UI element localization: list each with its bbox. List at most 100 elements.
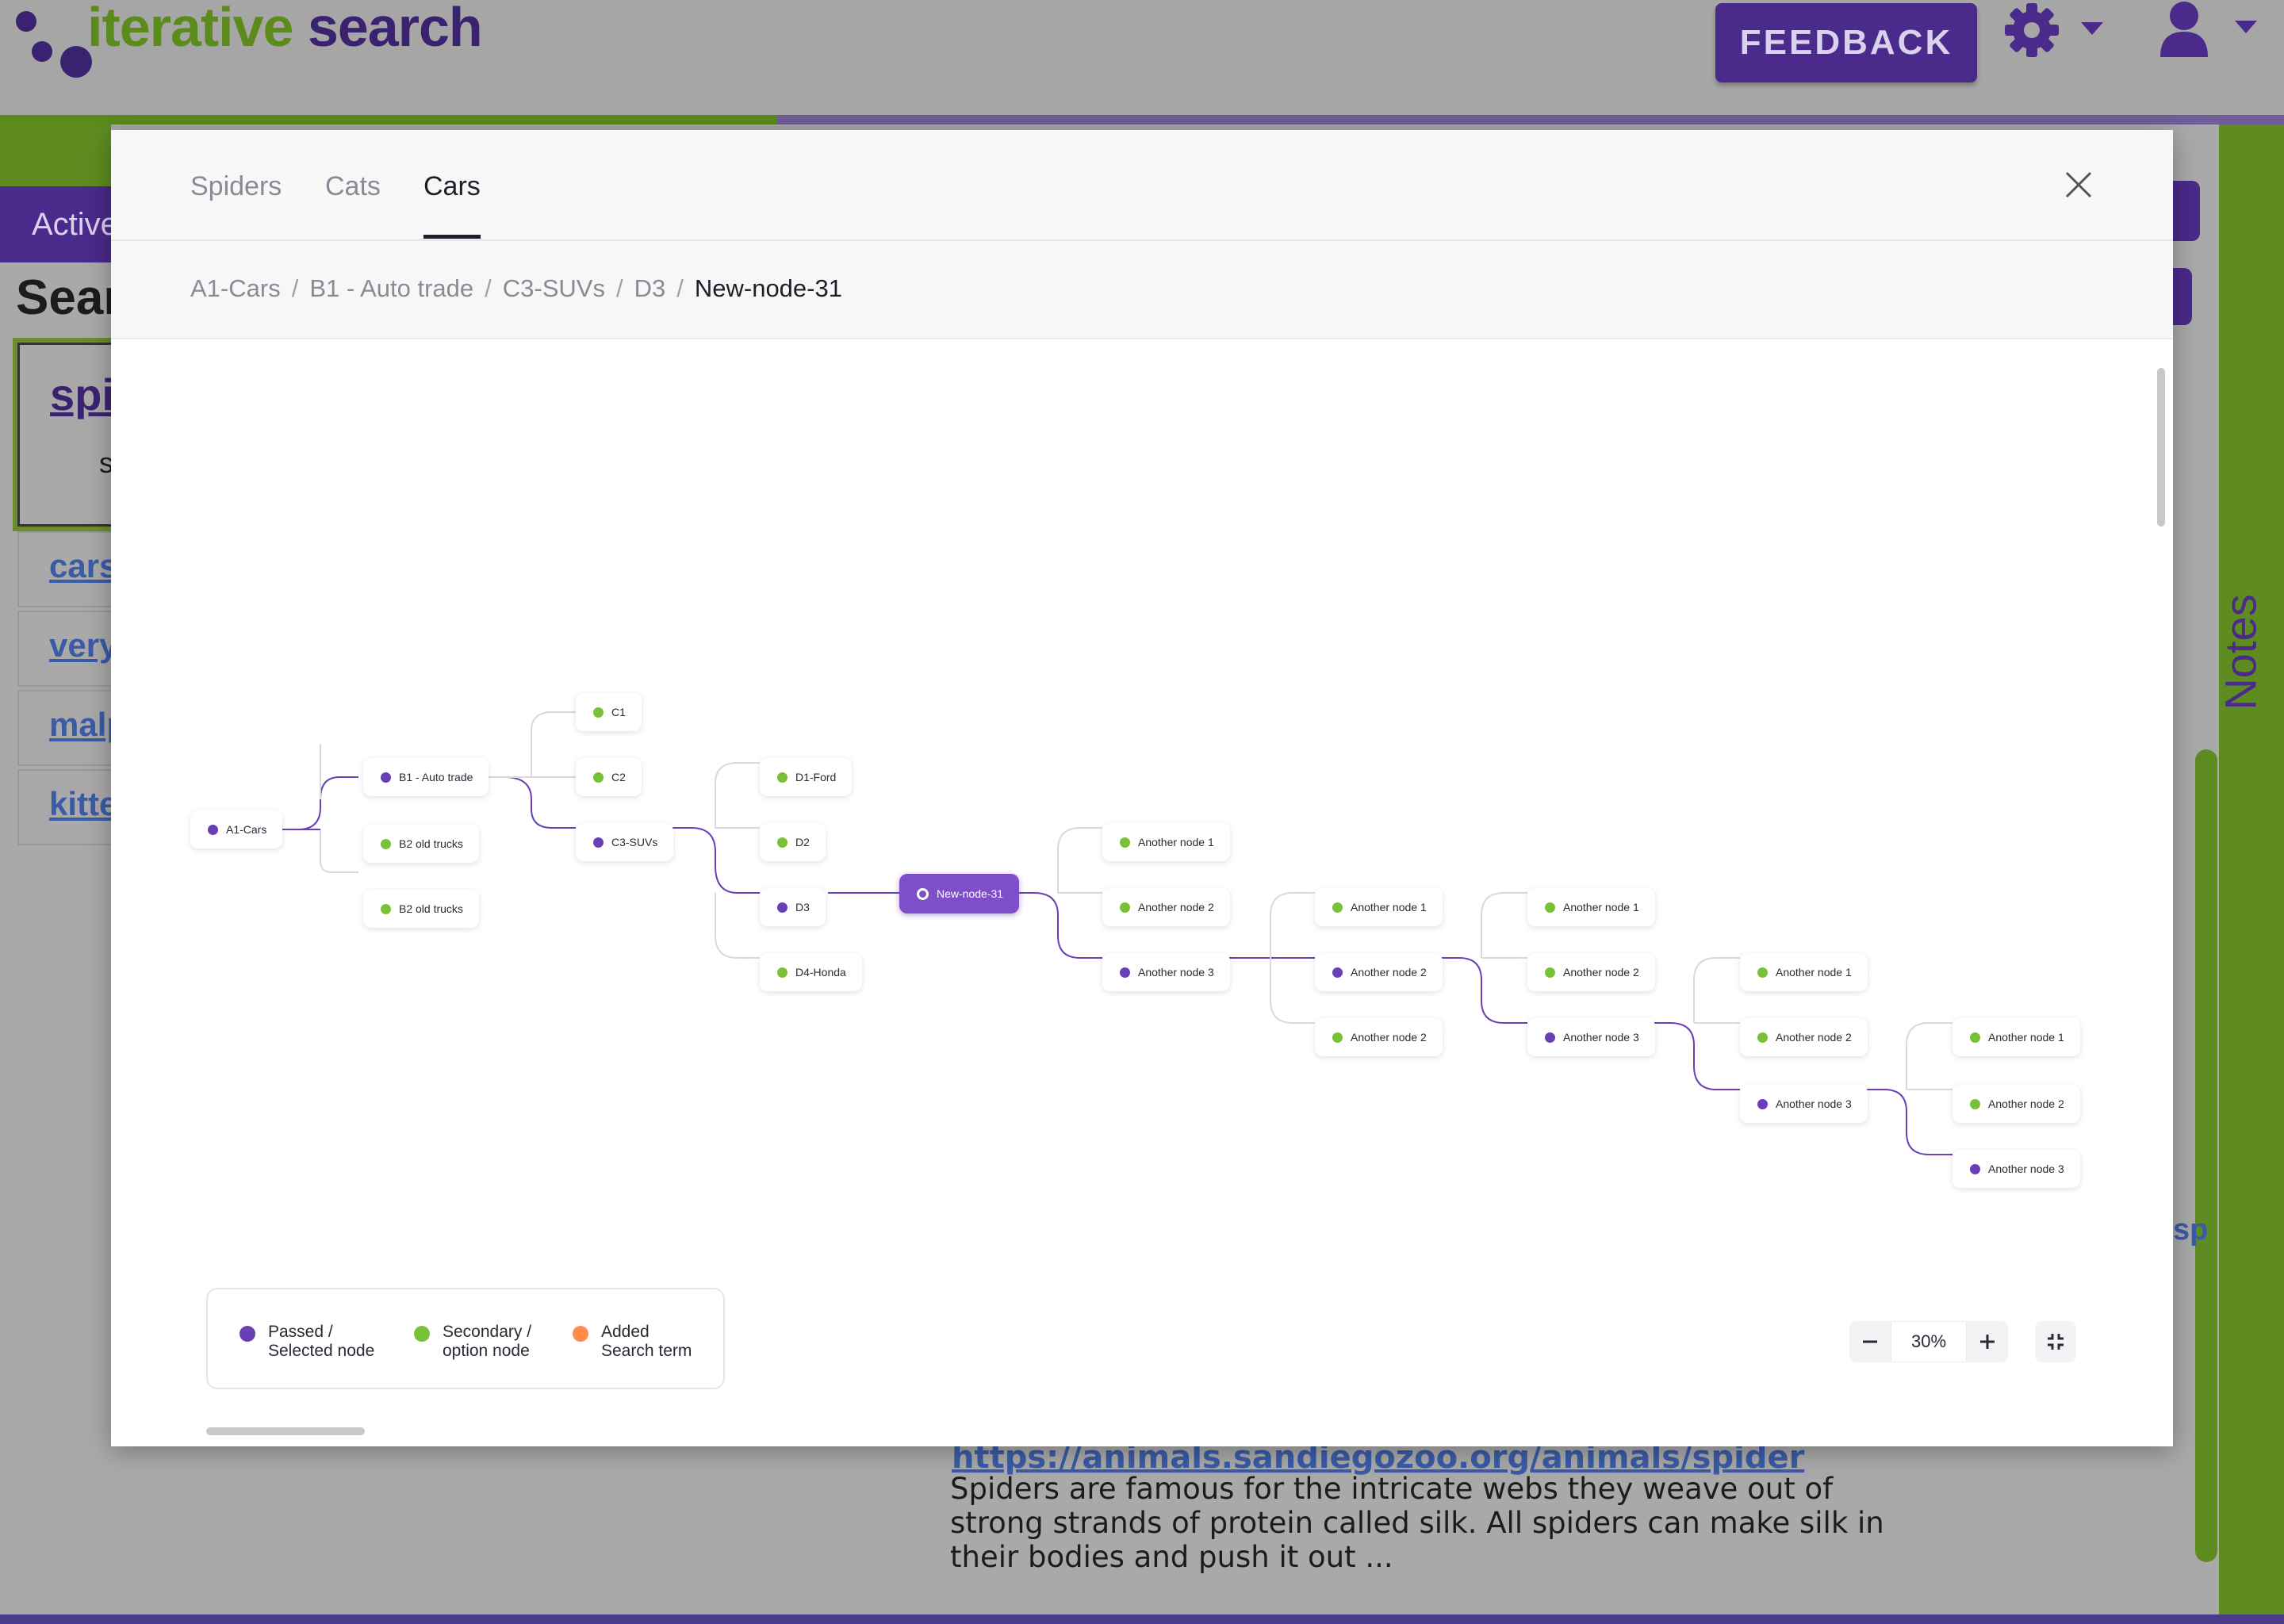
- tree-node-b2[interactable]: B2 old trucks: [363, 825, 479, 863]
- tree-node-d2[interactable]: D2: [760, 823, 826, 861]
- passed-dot: [1332, 967, 1343, 978]
- logo[interactable]: iterative search: [87, 0, 483, 59]
- node-label: D1-Ford: [795, 771, 837, 783]
- tree-node-another[interactable]: Another node 3: [1102, 953, 1230, 991]
- result-link[interactable]: very: [49, 626, 117, 665]
- close-button[interactable]: [2060, 167, 2097, 203]
- node-label: B1 - Auto trade: [399, 771, 473, 783]
- tree-node-b2[interactable]: B2 old trucks: [363, 890, 479, 928]
- partial-link[interactable]: sp: [2173, 1213, 2208, 1247]
- side-button[interactable]: [2173, 181, 2200, 241]
- selected-dot: [917, 887, 929, 900]
- bottom-bar: [0, 1614, 2284, 1624]
- tree-node-another[interactable]: Another node 3: [1740, 1085, 1868, 1123]
- user-menu[interactable]: [2157, 0, 2268, 60]
- passed-dot: [208, 824, 218, 835]
- zoom-out-button[interactable]: [1849, 1321, 1891, 1362]
- tree-node-d1[interactable]: D1-Ford: [760, 758, 853, 796]
- legend-text: Passed /: [268, 1323, 333, 1341]
- notes-resize-handle[interactable]: [2195, 749, 2217, 1562]
- secondary-dot: [1545, 967, 1555, 978]
- tab-active[interactable]: Active: [0, 186, 119, 262]
- tab-cats[interactable]: Cats: [325, 171, 381, 202]
- legend: Passed / Selected node Secondary / option …: [206, 1288, 725, 1389]
- legend-text: Search term: [601, 1342, 692, 1360]
- passed-dot: [1545, 1032, 1555, 1043]
- result-link[interactable]: kitte: [49, 785, 117, 823]
- passed-dot: [1757, 1098, 1768, 1109]
- list-item[interactable]: very: [17, 611, 121, 687]
- tree-node-d4[interactable]: D4-Honda: [760, 953, 862, 991]
- close-icon: [2065, 171, 2092, 198]
- tree-node-another[interactable]: Another node 1: [1953, 1018, 2080, 1056]
- notes-panel[interactable]: [2219, 124, 2284, 1615]
- breadcrumb-item[interactable]: D3: [634, 274, 666, 302]
- zoom-in-button[interactable]: [1967, 1321, 2008, 1362]
- list-item[interactable]: cars: [17, 531, 121, 607]
- node-label: Another node 2: [1988, 1097, 2064, 1110]
- secondary-dot: [1970, 1098, 1980, 1109]
- legend-passed: Passed / Selected node: [268, 1323, 374, 1361]
- side-button[interactable]: [2173, 268, 2192, 325]
- horizontal-scrollbar[interactable]: [206, 1427, 365, 1435]
- tree-node-c2[interactable]: C2: [576, 758, 642, 796]
- secondary-dot: [1757, 967, 1768, 978]
- passed-dot: [1120, 967, 1130, 978]
- tab-cars[interactable]: Cars: [423, 171, 481, 202]
- active-tab-indicator: [423, 235, 481, 239]
- tree-node-another[interactable]: Another node 2: [1527, 953, 1655, 991]
- settings-menu[interactable]: [2005, 2, 2108, 59]
- secondary-dot: [1120, 902, 1130, 913]
- fit-to-screen-button[interactable]: [2035, 1321, 2076, 1362]
- tree-node-another[interactable]: Another node 1: [1102, 823, 1230, 861]
- tab-spiders[interactable]: Spiders: [190, 171, 282, 202]
- tree-node-another[interactable]: Another node 2: [1315, 953, 1443, 991]
- tree-node-another[interactable]: Another node 2: [1315, 1018, 1443, 1056]
- tree-node-c1[interactable]: C1: [576, 693, 642, 731]
- result-title[interactable]: spi: [50, 369, 114, 420]
- tree-node-another[interactable]: Another node 1: [1527, 888, 1655, 926]
- tree-node-another[interactable]: Another node 3: [1527, 1018, 1655, 1056]
- user-icon: [2160, 2, 2257, 57]
- tree-node-new-31-selected[interactable]: New-node-31: [899, 874, 1020, 914]
- tree-node-another[interactable]: Another node 2: [1953, 1085, 2080, 1123]
- passed-dot: [1970, 1163, 1980, 1174]
- secondary-dot: [593, 772, 604, 783]
- notes-label[interactable]: Notes: [2215, 594, 2267, 710]
- tree-node-b1[interactable]: B1 - Auto trade: [363, 758, 489, 796]
- tree-node-another[interactable]: Another node 2: [1102, 888, 1230, 926]
- secondary-dot: [777, 967, 788, 978]
- node-label: C1: [611, 706, 626, 718]
- tree-node-another[interactable]: Another node 3: [1953, 1150, 2080, 1188]
- breadcrumb-item[interactable]: B1 - Auto trade: [309, 274, 473, 302]
- notes-label-wrap: Notes: [2214, 555, 2284, 745]
- node-label: D4-Honda: [795, 966, 846, 979]
- breadcrumb-item[interactable]: A1-Cars: [190, 274, 281, 302]
- breadcrumb-item[interactable]: C3-SUVs: [503, 274, 605, 302]
- secondary-dot: [1332, 902, 1343, 913]
- node-label: Another node 1: [1563, 901, 1639, 914]
- vertical-scrollbar[interactable]: [2157, 368, 2165, 527]
- chevron-down-icon: [2235, 21, 2257, 33]
- tree-node-c3[interactable]: C3-SUVs: [576, 823, 674, 861]
- node-label: Another node 1: [1351, 901, 1427, 914]
- tree-node-another[interactable]: Another node 1: [1315, 888, 1443, 926]
- tree-node-another[interactable]: Another node 2: [1740, 1018, 1868, 1056]
- tree-node-a1-cars[interactable]: A1-Cars: [190, 810, 283, 848]
- result-link[interactable]: cars: [49, 547, 117, 585]
- node-label: Another node 3: [1563, 1031, 1639, 1044]
- tree-node-another[interactable]: Another node 1: [1740, 953, 1868, 991]
- secondary-dot: [777, 837, 788, 848]
- secondary-dot: [1545, 902, 1555, 913]
- legend-secondary: Secondary / option node: [443, 1323, 531, 1361]
- progress-bar: [0, 115, 2284, 124]
- tree-node-d3[interactable]: D3: [760, 888, 826, 926]
- selected-result-card[interactable]: spi s: [17, 343, 121, 527]
- list-item[interactable]: malp: [17, 690, 127, 766]
- logo-word-iterative: iterative: [87, 0, 293, 58]
- tree-canvas[interactable]: A1-Cars B1 - Auto trade B2 old trucks B2…: [111, 339, 2173, 1446]
- feedback-button[interactable]: FEEDBACK: [1715, 3, 1977, 82]
- search-heading: Sear: [16, 270, 123, 325]
- legend-text: Selected node: [268, 1342, 375, 1360]
- list-item[interactable]: kitte: [17, 769, 121, 845]
